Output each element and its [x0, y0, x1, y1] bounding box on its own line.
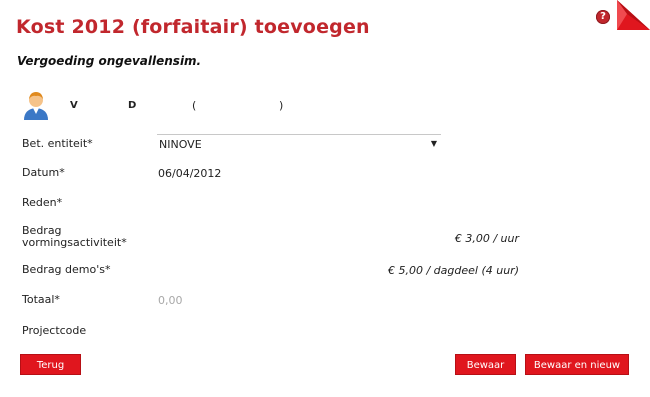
user-first-initial: V [70, 100, 78, 111]
save-and-new-button[interactable]: Bewaar en nieuw [525, 354, 629, 375]
amount-demo-label: Bedrag demo's* [22, 263, 111, 276]
date-value[interactable]: 06/04/2012 [158, 167, 221, 180]
chevron-down-icon: ▼ [430, 139, 437, 148]
page-title: Kost 2012 (forfaitair) toevoegen [16, 16, 370, 38]
help-icon[interactable]: ? [596, 10, 610, 24]
user-last-initial: D [128, 100, 137, 111]
entity-label: Bet. entiteit* [22, 137, 93, 150]
amount-demo-rate: € 5,00 / dagdeel (4 uur) [387, 264, 519, 277]
date-label: Datum* [22, 166, 65, 179]
project-code-label: Projectcode [22, 324, 87, 337]
amount-activity-rate: € 3,00 / uur [454, 232, 519, 245]
user-paren-open: ( [192, 99, 197, 112]
user-paren-close: ) [279, 99, 284, 112]
page-corner-icon[interactable] [617, 0, 650, 30]
total-label: Totaal* [22, 293, 60, 306]
total-value: 0,00 [158, 294, 183, 307]
back-button[interactable]: Terug [20, 354, 81, 375]
user-info: V D ( ) [22, 90, 422, 120]
entity-select[interactable]: NINOVE ▼ [157, 134, 441, 153]
page-subtitle: Vergoeding ongevallensim. [17, 54, 202, 68]
save-button[interactable]: Bewaar [455, 354, 516, 375]
user-avatar-icon [24, 92, 48, 120]
entity-select-value: NINOVE [159, 138, 202, 151]
amount-activity-label-line2: vormingsactiviteit* [22, 236, 127, 249]
reason-label: Reden* [22, 196, 63, 209]
